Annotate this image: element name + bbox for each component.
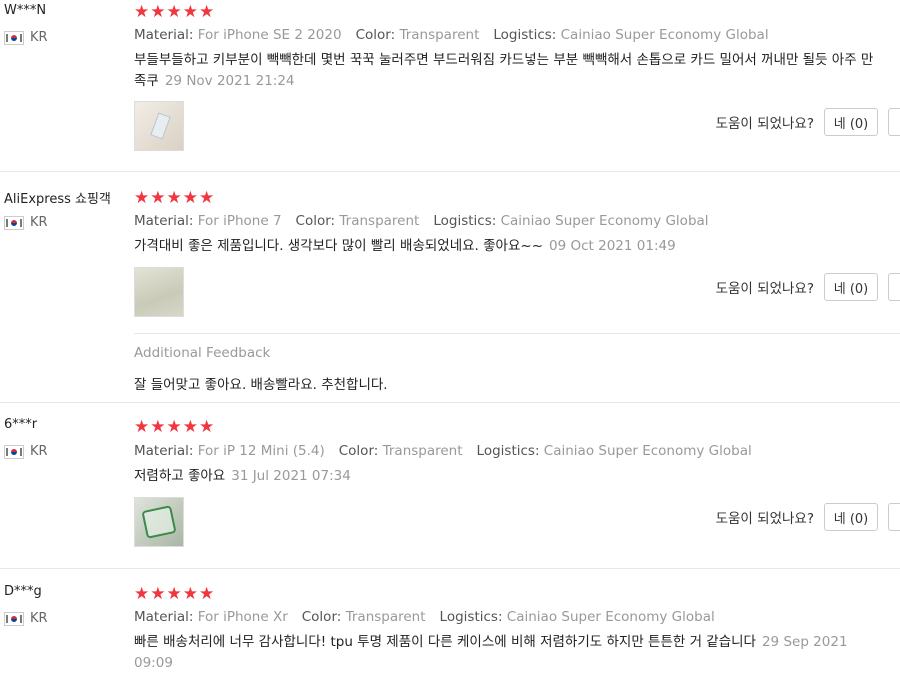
sku-info: Material: For iPhone Xr Color: Transparen… (134, 609, 715, 625)
reviewer-country: KR (4, 444, 48, 459)
reviewer-country: KR (4, 30, 48, 45)
review-date: 09 Oct 2021 01:49 (549, 238, 676, 254)
helpful-section: 도움이 되었나요? 네 (0) (716, 503, 900, 531)
helpful-no-button[interactable] (888, 108, 900, 136)
divider (0, 402, 900, 403)
helpful-yes-button[interactable]: 네 (0) (824, 273, 878, 301)
star-rating: ★★★★★ (134, 2, 216, 22)
reviewer-name: AliExpress 쇼핑객 (4, 192, 111, 207)
review-photo[interactable] (134, 267, 184, 317)
review-date: 31 Jul 2021 07:34 (231, 468, 351, 484)
country-code: KR (30, 215, 48, 230)
helpful-question: 도움이 되었나요? (715, 511, 814, 527)
helpful-section: 도움이 되었나요? 네 (0) (716, 273, 900, 301)
review-text: 빠른 배송처리에 너무 감사합니다! tpu 투명 제품이 다른 케이스에 비해… (134, 634, 848, 671)
sku-info: Material: For iPhone 7 Color: Transparent… (134, 213, 709, 229)
reviewer-name: W***N (4, 3, 47, 18)
review-text: 저렴하고 좋아요 31 Jul 2021 07:34 (134, 468, 351, 484)
country-code: KR (30, 611, 48, 626)
helpful-no-button[interactable] (888, 503, 900, 531)
review-text: 가격대비 좋은 제품입니다. 생각보다 많이 빨리 배송되었네요. 좋아요~~ 0… (134, 238, 676, 254)
sku-info: Material: For iP 12 Mini (5.4) Color: Tra… (134, 443, 752, 459)
sku-info: Material: For iPhone SE 2 2020 Color: Tra… (134, 27, 769, 43)
star-rating: ★★★★★ (134, 584, 216, 604)
helpful-question: 도움이 되었나요? (715, 116, 814, 132)
reviewer-country: KR (4, 215, 48, 230)
helpful-question: 도움이 되었나요? (715, 281, 814, 297)
reviewer-name: D***g (4, 584, 42, 599)
review-photo[interactable] (134, 497, 184, 547)
review-date: 29 Nov 2021 21:24 (164, 73, 295, 89)
review-text: 부들부들하고 키부분이 빽빽한데 몇번 꾹꾹 눌러주면 부드러워짐 카드넣는 부… (134, 52, 874, 89)
helpful-yes-button[interactable]: 네 (0) (824, 503, 878, 531)
country-code: KR (30, 444, 48, 459)
country-code: KR (30, 30, 48, 45)
star-rating: ★★★★★ (134, 417, 216, 437)
korea-flag-icon (4, 611, 24, 626)
divider (134, 333, 900, 334)
divider (0, 171, 900, 172)
korea-flag-icon (4, 215, 24, 230)
review-photo[interactable] (134, 101, 184, 151)
additional-feedback-text: 잘 들어맞고 좋아요. 배송빨라요. 추천합니다. (134, 377, 388, 393)
helpful-section: 도움이 되었나요? 네 (0) (716, 108, 900, 136)
korea-flag-icon (4, 444, 24, 459)
reviewer-name: 6***r (4, 417, 38, 432)
helpful-yes-button[interactable]: 네 (0) (824, 108, 878, 136)
reviewer-country: KR (4, 611, 48, 626)
additional-feedback-title: Additional Feedback (134, 345, 271, 361)
star-rating: ★★★★★ (134, 188, 216, 208)
korea-flag-icon (4, 30, 24, 45)
helpful-no-button[interactable] (888, 273, 900, 301)
divider (0, 568, 900, 569)
